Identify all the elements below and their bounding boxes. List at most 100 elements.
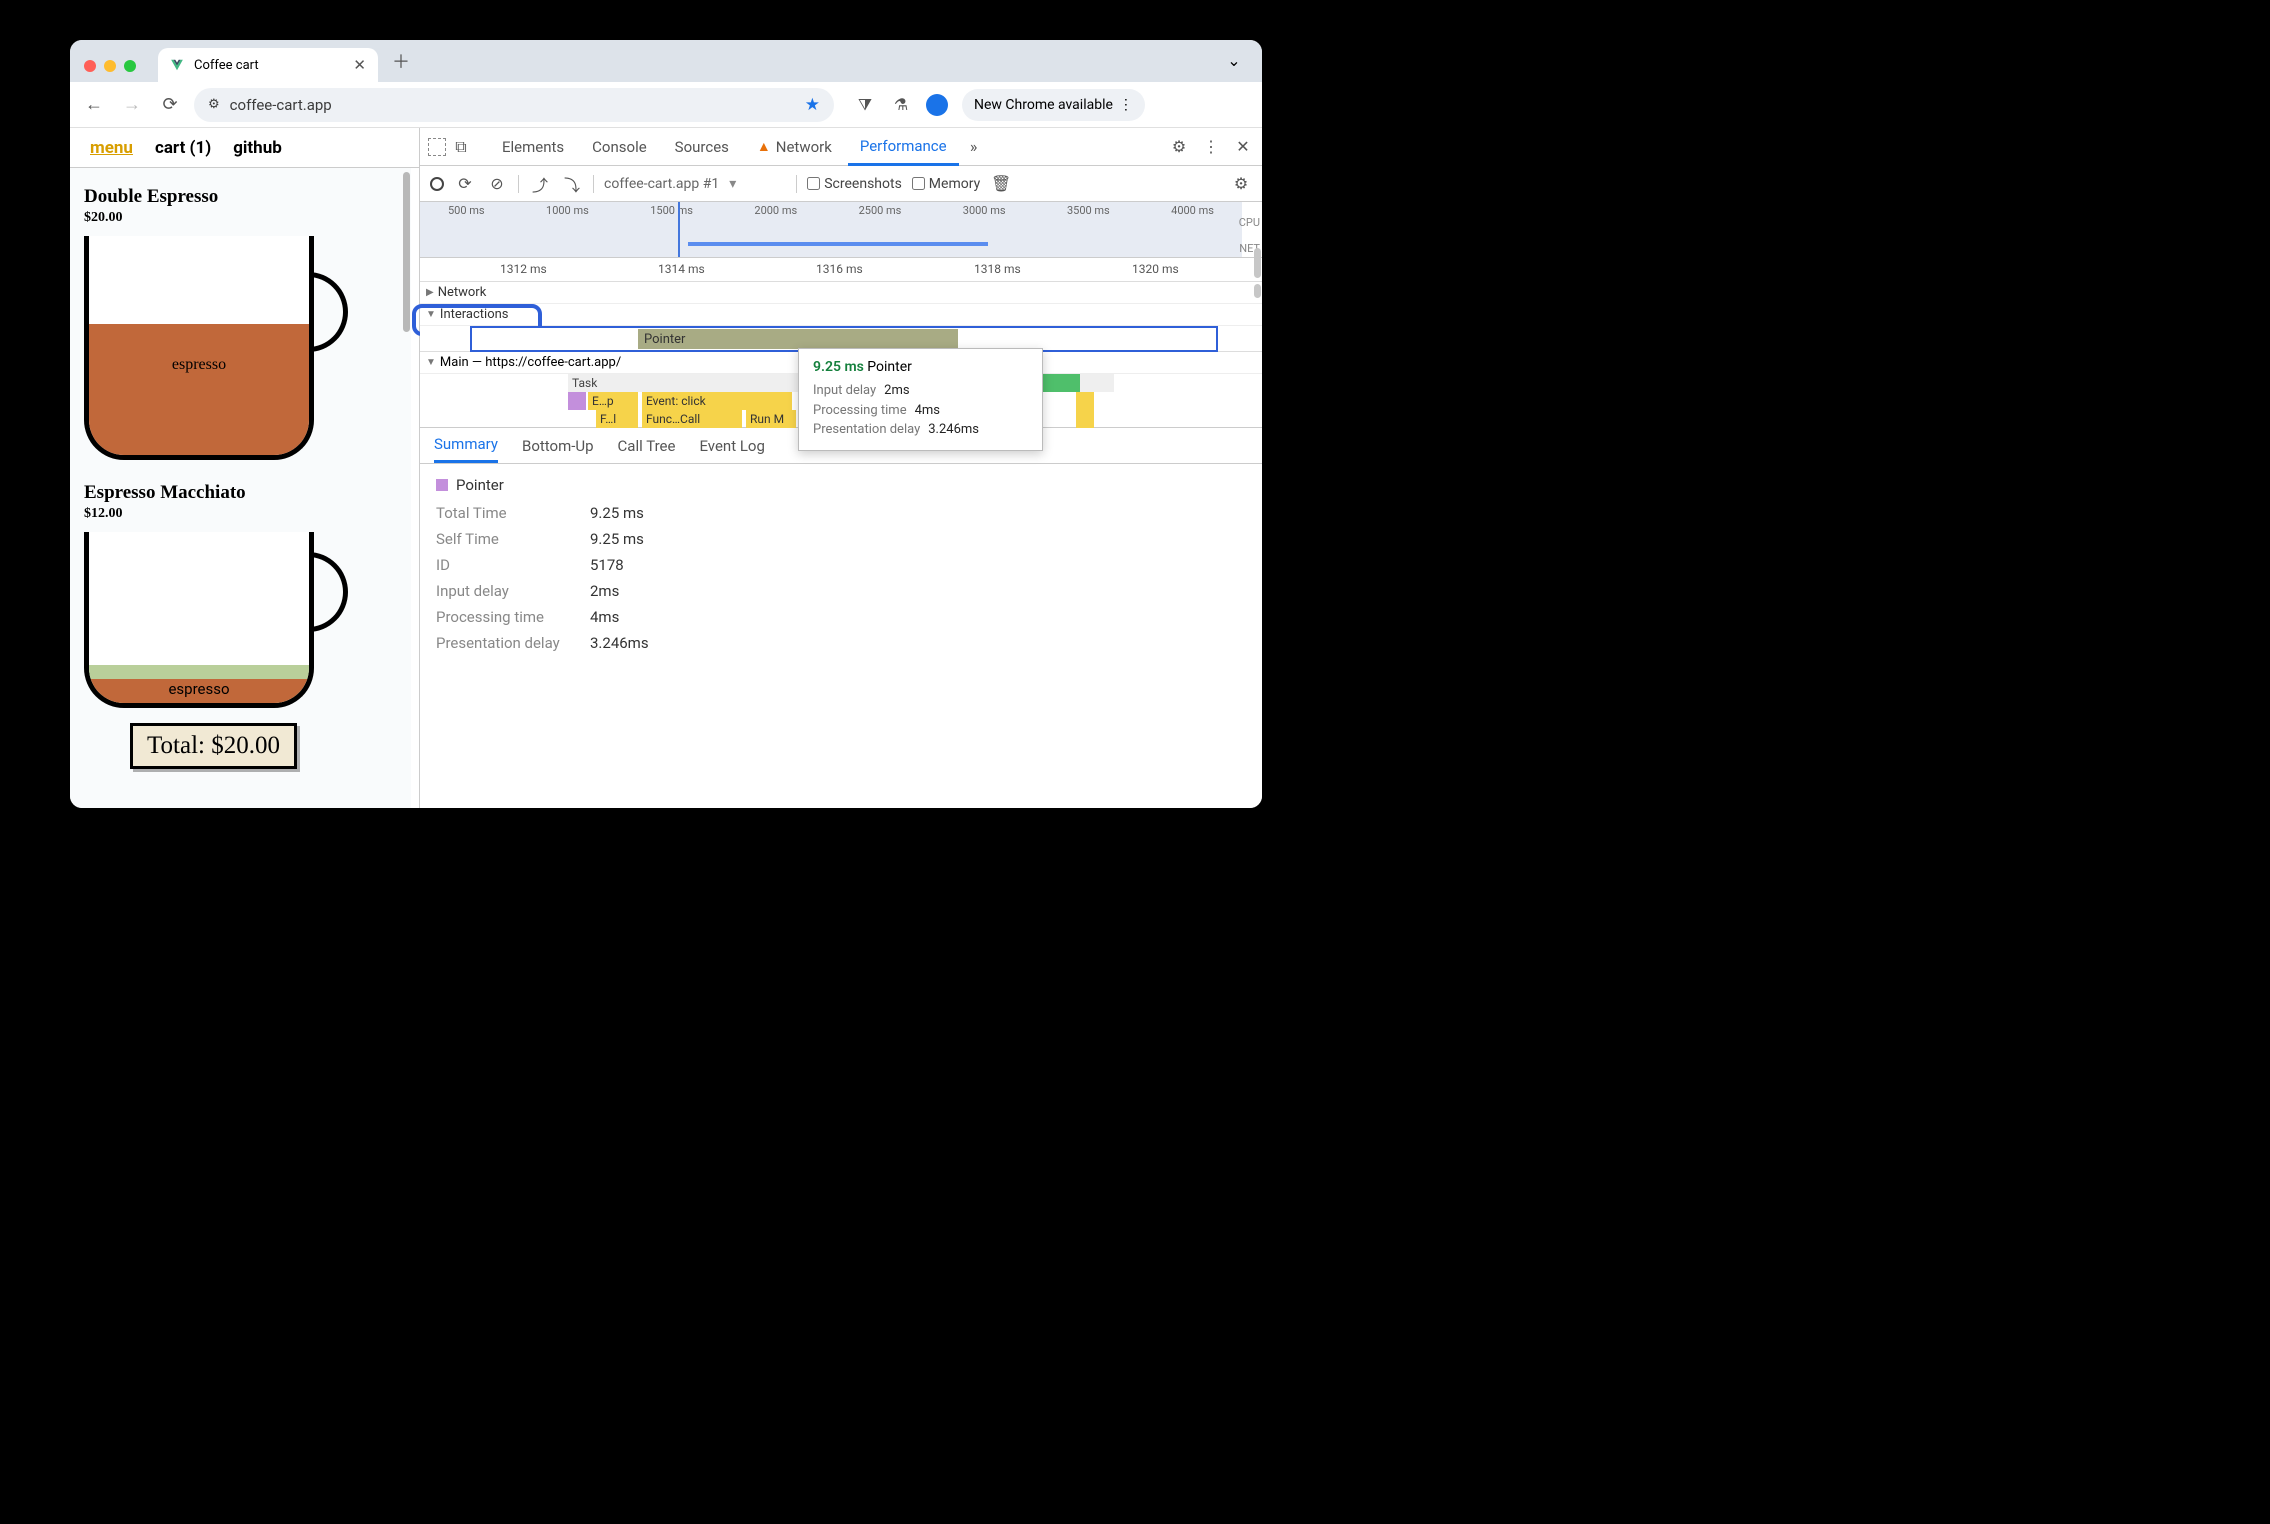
perf-settings-icon[interactable]: ⚙ <box>1230 173 1252 195</box>
more-icon: ⋮ <box>1119 97 1133 113</box>
more-tabs-icon[interactable]: » <box>963 136 985 158</box>
summary-tab-summary[interactable]: Summary <box>434 428 498 463</box>
summary-title: Pointer <box>436 476 1246 494</box>
flame-block[interactable] <box>1076 410 1094 428</box>
summary-row: Processing time4ms <box>436 608 1246 626</box>
product-price: $12.00 <box>84 506 406 522</box>
chrome-update-pill[interactable]: New Chrome available ⋮ <box>962 89 1145 121</box>
webpage: menu cart (1) github Double Espresso $20… <box>70 128 420 808</box>
tab-sources[interactable]: Sources <box>663 128 741 165</box>
browser-tab[interactable]: Coffee cart ✕ <box>158 48 378 82</box>
close-tab-icon[interactable]: ✕ <box>353 56 366 74</box>
url-text: coffee-cart.app <box>230 96 332 114</box>
chevron-down-icon[interactable]: ▾ <box>729 176 736 192</box>
chrome-update-label: New Chrome available <box>974 97 1113 113</box>
new-tab-button[interactable]: ＋ <box>392 48 410 74</box>
network-track-header[interactable]: ▶ Network <box>420 282 1262 304</box>
memory-checkbox[interactable]: Memory <box>912 176 980 192</box>
cpu-label: CPU <box>1239 216 1260 229</box>
screenshots-checkbox[interactable]: Screenshots <box>807 176 902 192</box>
flame-block[interactable] <box>1076 392 1094 410</box>
flame-task[interactable]: Task <box>568 374 798 392</box>
flame-block[interactable]: Run M <box>746 410 796 428</box>
target-select[interactable]: coffee-cart.app #1 <box>604 176 719 192</box>
browser-toolbar: ← → ⟳ ⚙ coffee-cart.app ★ ⧩ ⚗ New Chrome… <box>70 82 1262 128</box>
tracks-scrollbar[interactable] <box>1254 248 1261 278</box>
tab-console[interactable]: Console <box>580 128 659 165</box>
extensions-icon[interactable]: ⧩ <box>854 94 876 116</box>
flame-block[interactable]: F…l <box>596 410 638 428</box>
page-nav: menu cart (1) github <box>70 128 419 168</box>
warning-icon: ▲ <box>757 138 771 155</box>
bookmark-star-icon[interactable]: ★ <box>805 95 820 115</box>
summary-row: Total Time9.25 ms <box>436 504 1246 522</box>
nav-menu[interactable]: menu <box>90 138 133 158</box>
window-controls <box>84 60 136 72</box>
reload-record-button[interactable]: ⟳ <box>454 173 476 195</box>
flame-block[interactable] <box>568 392 586 410</box>
settings-icon[interactable]: ⚙ <box>1168 136 1190 158</box>
gc-icon[interactable]: 🗑 <box>990 173 1012 195</box>
disclosure-icon: ▶ <box>426 287 434 298</box>
flame-func-call[interactable]: Func…Call <box>642 410 742 428</box>
flame-block[interactable]: E…p <box>588 392 638 410</box>
upload-icon[interactable]: ⤴ <box>529 173 551 195</box>
kebab-icon[interactable]: ⋮ <box>1200 136 1222 158</box>
devtools-tabs: ⧉ Elements Console Sources ▲Network Perf… <box>420 128 1262 166</box>
flame-block[interactable] <box>1040 374 1080 392</box>
content-area: menu cart (1) github Double Espresso $20… <box>70 128 1262 808</box>
color-swatch-icon <box>436 479 448 491</box>
tab-menu-button[interactable]: ⌄ <box>1220 46 1248 74</box>
nav-github[interactable]: github <box>233 138 282 158</box>
perf-toolbar: ⟳ ⊘ ⤴ ⤵ coffee-cart.app #1 ▾ Screenshots… <box>420 166 1262 202</box>
reload-button[interactable]: ⟳ <box>156 91 184 119</box>
tracks-scrollbar[interactable] <box>1254 284 1261 298</box>
page-scrollbar[interactable] <box>403 172 410 332</box>
tracks-area: ▶ Network ▼ Interactions Pointer ▼ Main … <box>420 282 1262 428</box>
record-button[interactable] <box>430 177 444 191</box>
summary-row: Input delay2ms <box>436 582 1246 600</box>
vue-icon <box>170 58 184 72</box>
download-icon[interactable]: ⤵ <box>561 173 583 195</box>
total-box[interactable]: Total: $20.00 <box>130 723 297 769</box>
minimize-window-icon[interactable] <box>104 60 116 72</box>
back-button[interactable]: ← <box>80 91 108 119</box>
mug-graphic[interactable]: espresso <box>84 532 348 712</box>
devtools-panel: ⧉ Elements Console Sources ▲Network Perf… <box>420 128 1262 808</box>
inspect-icon[interactable] <box>428 138 446 156</box>
address-bar[interactable]: ⚙ coffee-cart.app ★ <box>194 88 834 122</box>
close-devtools-icon[interactable]: ✕ <box>1232 136 1254 158</box>
summary-tab-calltree[interactable]: Call Tree <box>618 437 676 455</box>
disclosure-icon: ▼ <box>426 357 436 368</box>
time-ruler[interactable]: 1312 ms 1314 ms 1316 ms 1318 ms 1320 ms <box>420 258 1262 282</box>
overview-timeline[interactable]: 500 ms1000 ms1500 ms2000 ms2500 ms3000 m… <box>420 202 1262 258</box>
product-name: Double Espresso <box>84 186 406 208</box>
flame-event-click[interactable]: Event: click <box>642 392 792 410</box>
browser-window: Coffee cart ✕ ＋ ⌄ ← → ⟳ ⚙ coffee-cart.ap… <box>70 40 1262 808</box>
interaction-tooltip: 9.25 ms Pointer Input delay2ms Processin… <box>798 348 1043 451</box>
mug-graphic[interactable]: espresso <box>84 236 348 464</box>
summary-tab-bottomup[interactable]: Bottom-Up <box>522 437 594 455</box>
tab-performance[interactable]: Performance <box>848 129 959 166</box>
close-window-icon[interactable] <box>84 60 96 72</box>
interactions-track-header[interactable]: ▼ Interactions <box>420 304 1262 326</box>
tab-title: Coffee cart <box>194 58 259 73</box>
profile-avatar[interactable] <box>926 94 948 116</box>
maximize-window-icon[interactable] <box>124 60 136 72</box>
device-toolbar-icon[interactable]: ⧉ <box>450 136 472 158</box>
tab-strip: Coffee cart ✕ ＋ ⌄ <box>70 40 1262 82</box>
fill-label: espresso <box>172 356 226 373</box>
site-settings-icon[interactable]: ⚙ <box>208 97 220 112</box>
summary-tab-eventlog[interactable]: Event Log <box>699 437 764 455</box>
nav-cart[interactable]: cart (1) <box>155 138 211 158</box>
product-card: Double Espresso $20.00 espresso <box>84 186 406 464</box>
summary-panel: Pointer Total Time9.25 ms Self Time9.25 … <box>420 464 1262 672</box>
tab-elements[interactable]: Elements <box>490 128 576 165</box>
labs-icon[interactable]: ⚗ <box>890 94 912 116</box>
clear-button[interactable]: ⊘ <box>486 173 508 195</box>
product-name: Espresso Macchiato <box>84 482 406 504</box>
forward-button[interactable]: → <box>118 91 146 119</box>
summary-row: ID5178 <box>436 556 1246 574</box>
tab-network[interactable]: ▲Network <box>745 128 844 165</box>
product-card: Espresso Macchiato $12.00 espresso <box>84 482 406 712</box>
